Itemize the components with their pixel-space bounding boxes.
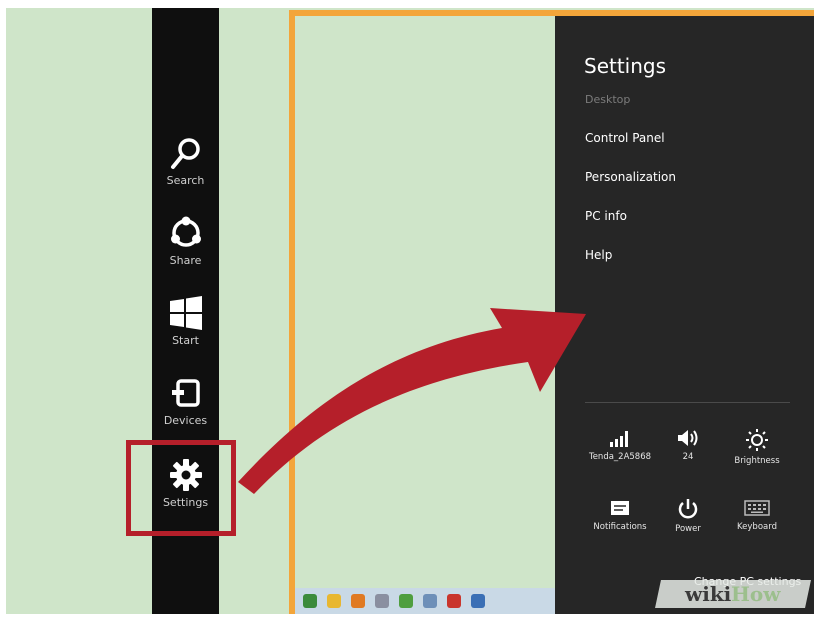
- quick-notifications[interactable]: Notifications: [585, 498, 655, 548]
- panel-divider: [585, 402, 790, 403]
- charm-label-search: Search: [166, 174, 205, 187]
- taskbar-app-icon[interactable]: [471, 594, 485, 608]
- quick-power-label: Power: [675, 524, 701, 534]
- settings-context: Desktop: [585, 93, 631, 106]
- taskbar-app-icon[interactable]: [423, 594, 437, 608]
- watermark-part2: How: [731, 582, 781, 606]
- charm-label-settings: Settings: [162, 496, 209, 509]
- link-pc-info[interactable]: PC info: [585, 209, 627, 223]
- network-signal-icon: [610, 431, 628, 447]
- taskbar-app-icon[interactable]: [399, 594, 413, 608]
- taskbar-app-icon[interactable]: [375, 594, 389, 608]
- volume-icon: [678, 430, 698, 446]
- quick-brightness[interactable]: Brightness: [722, 428, 792, 478]
- windows-logo-icon: [169, 296, 202, 330]
- taskbar-app-icon[interactable]: [303, 594, 317, 608]
- charm-search[interactable]: Search: [152, 136, 219, 206]
- charm-label-devices: Devices: [163, 414, 208, 427]
- watermark-part1: wiki: [685, 582, 732, 606]
- quick-network-label: Tenda_2A5868: [588, 452, 652, 462]
- link-control-panel[interactable]: Control Panel: [585, 131, 665, 145]
- settings-title: Settings: [584, 54, 667, 78]
- gear-icon: [169, 459, 202, 491]
- charm-devices[interactable]: Devices: [152, 378, 219, 448]
- quick-volume[interactable]: 24: [653, 428, 723, 478]
- taskbar-app-icon[interactable]: [351, 594, 365, 608]
- quick-notifications-label: Notifications: [593, 522, 647, 532]
- search-icon: [170, 138, 200, 169]
- quick-network[interactable]: Tenda_2A5868: [585, 428, 655, 478]
- brightness-icon: [746, 429, 768, 451]
- quick-keyboard[interactable]: Keyboard: [722, 498, 792, 548]
- taskbar-app-icon[interactable]: [447, 594, 461, 608]
- charm-label-start: Start: [172, 334, 199, 347]
- charm-label-share: Share: [169, 254, 202, 267]
- quick-keyboard-label: Keyboard: [737, 522, 777, 532]
- link-personalization[interactable]: Personalization: [585, 170, 676, 184]
- charms-bar: Search Share Start Devices Settings: [152, 8, 219, 614]
- share-icon: [170, 216, 201, 247]
- keyboard-icon: [744, 500, 770, 516]
- charm-start[interactable]: Start: [152, 296, 219, 366]
- link-help[interactable]: Help: [585, 248, 612, 262]
- wikihow-watermark: wiki How: [655, 580, 811, 608]
- taskbar: [295, 588, 555, 614]
- taskbar-app-icon[interactable]: [327, 594, 341, 608]
- power-icon: [678, 499, 698, 519]
- screenshot-stage: Search Share Start Devices Settings Sett…: [6, 8, 814, 614]
- quick-brightness-label: Brightness: [734, 456, 780, 466]
- notifications-icon: [611, 501, 629, 515]
- charm-share[interactable]: Share: [152, 216, 219, 286]
- quick-volume-label: 24: [682, 452, 694, 462]
- charm-settings[interactable]: Settings: [152, 458, 219, 528]
- quick-power[interactable]: Power: [653, 498, 723, 548]
- settings-panel: Settings Desktop Control Panel Personali…: [555, 16, 814, 614]
- devices-icon: [171, 379, 200, 407]
